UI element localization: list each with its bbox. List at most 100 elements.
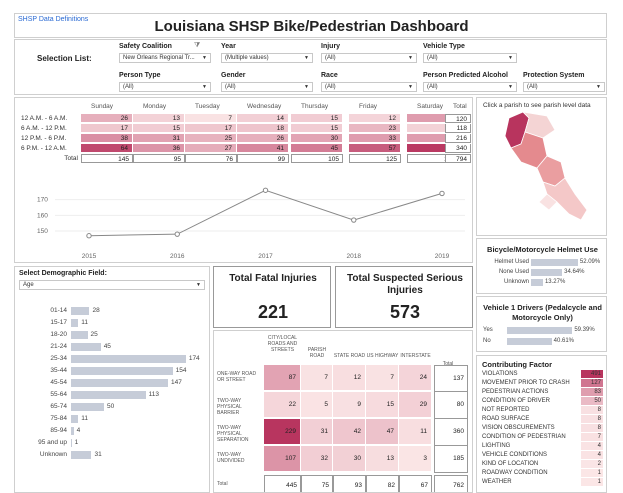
helmet-bar (531, 269, 563, 276)
factor-panel: Contributing Factor VIOLATIONS 491 MOVEMEN… (476, 355, 607, 493)
road-row-total: 80 (434, 392, 468, 419)
factor-label: KIND OF LOCATION (482, 461, 539, 467)
helmet-row-label: Unknown (503, 279, 529, 285)
time-cell: 15 (133, 124, 185, 133)
protection-label: Protection System (523, 72, 585, 79)
road-column-total: 82 (366, 475, 399, 492)
road-column-total: 93 (333, 475, 366, 492)
demo-bar[interactable] (71, 415, 79, 423)
demographic-select[interactable]: Age ▼ (19, 280, 205, 290)
time-row-label: 12 P.M. - 6 P.M. (21, 135, 67, 142)
factor-row[interactable]: PEDESTRIAN ACTIONS 83 (477, 388, 606, 396)
data-point[interactable] (351, 217, 357, 223)
factor-label: NOT REPORTED (482, 407, 530, 413)
chevron-down-icon: ▼ (508, 55, 513, 61)
factor-value: 8 (581, 415, 603, 423)
vehicle-type-select[interactable]: (All) ▼ (423, 53, 517, 63)
time-column-total: 145 (81, 154, 133, 163)
time-cell: 13 (133, 114, 185, 123)
data-point[interactable] (86, 233, 92, 239)
chevron-down-icon: ▼ (596, 84, 601, 90)
filter-clear-icon[interactable]: ⧩ (194, 42, 200, 50)
factor-value: 50 (581, 397, 603, 405)
data-point[interactable] (174, 231, 180, 237)
demo-bar[interactable] (71, 343, 101, 351)
factor-row[interactable]: VIOLATIONS 491 (477, 370, 606, 378)
y-tick-label: 160 (37, 212, 48, 219)
time-cell: 30 (291, 134, 343, 143)
driver-pct: 59.39% (574, 327, 595, 333)
time-row-total: 118 (445, 124, 471, 133)
time-cell: 15 (291, 124, 343, 133)
factor-value: 2 (581, 460, 603, 468)
filters-panel: Selection List: Safety Coalition ⧩ New O… (14, 39, 607, 95)
selection-list-label: Selection List: (37, 54, 92, 63)
demo-bar[interactable] (71, 355, 186, 363)
demo-bar[interactable] (71, 367, 173, 375)
demo-bar[interactable] (71, 439, 72, 447)
demo-bar[interactable] (71, 427, 74, 435)
factor-row[interactable]: NOT REPORTED 8 (477, 406, 606, 414)
time-cell: 26 (237, 134, 289, 143)
demo-value: 25 (90, 331, 98, 338)
demo-value: 154 (175, 367, 187, 374)
injury-select[interactable]: (All) ▼ (321, 53, 417, 63)
demo-bar[interactable] (71, 379, 169, 387)
time-panel: Sunday Monday Tuesday Wednesday Thursday Frid… (14, 97, 473, 263)
time-cell: 7 (185, 114, 237, 123)
road-cell: 31 (301, 419, 333, 445)
race-select[interactable]: (All) ▼ (321, 82, 417, 92)
factor-row[interactable]: ROAD SURFACE 8 (477, 415, 606, 423)
gender-select[interactable]: (All) ▼ (221, 82, 313, 92)
factor-row[interactable]: LIGHTING 4 (477, 442, 606, 450)
time-row-label: 6 P.M. - 12 A.M. (21, 145, 67, 152)
demo-bar[interactable] (71, 451, 92, 459)
factor-label: ROADWAY CONDITION (482, 470, 548, 476)
alcohol-select[interactable]: (All) ▼ (423, 82, 517, 92)
demo-row-label: 95 and up (38, 439, 67, 446)
road-cell: 32 (301, 446, 333, 472)
demo-row-label: 01-14 (50, 307, 67, 314)
safety-coalition-select[interactable]: New Orleans Regional Tr... ▼ (119, 53, 211, 63)
road-row-label: TWO-WAY PHYSICAL SEPARATION (217, 425, 249, 443)
factor-row[interactable]: ROADWAY CONDITION 1 (477, 469, 606, 477)
factor-row[interactable]: WEATHER 1 (477, 478, 606, 486)
race-label: Race (321, 72, 338, 79)
demo-row-label: 21-24 (50, 343, 67, 350)
series-line (88, 189, 443, 237)
factor-value: 4 (581, 442, 603, 450)
road-cell: 12 (333, 365, 366, 391)
road-column-header: INTERSTATE (400, 353, 431, 359)
factor-row[interactable]: VEHICLE CONDITIONS 4 (477, 451, 606, 459)
demo-bar[interactable] (71, 319, 79, 327)
year-select[interactable]: (Multiple values) ▼ (221, 53, 313, 63)
factor-row[interactable]: CONDITION OF DRIVER 50 (477, 397, 606, 405)
factor-row[interactable]: KIND OF LOCATION 2 (477, 460, 606, 468)
demo-bar[interactable] (71, 307, 90, 315)
demo-bar[interactable] (71, 391, 146, 399)
time-column-header: Saturday (417, 103, 444, 110)
fatal-value: 221 (257, 302, 289, 322)
time-column-header: Tuesday (195, 103, 220, 110)
road-column-total: 445 (264, 475, 301, 492)
factor-label: MOVEMENT PRIOR TO CRASH (482, 380, 570, 386)
data-point[interactable] (439, 190, 445, 197)
factor-row[interactable]: VISION OBSCUREMENTS 8 (477, 424, 606, 432)
factor-row[interactable]: CONDITION OF PEDESTRIAN 7 (477, 433, 606, 441)
data-point[interactable] (262, 187, 269, 193)
factor-label: LIGHTING (482, 443, 511, 449)
protection-select[interactable]: (All) ▼ (523, 82, 605, 92)
demo-bar[interactable] (71, 331, 88, 339)
page-title: Louisiana SHSP Bike/Pedestrian Dashboard (154, 18, 469, 35)
parish-map[interactable] (477, 98, 607, 236)
factor-label: VEHICLE CONDITIONS (482, 452, 548, 458)
demo-bar[interactable] (71, 403, 104, 411)
vehicle-type-label: Vehicle Type (423, 43, 465, 50)
factor-row[interactable]: MOVEMENT PRIOR TO CRASH 127 (477, 379, 606, 387)
person-type-select[interactable]: (All) ▼ (119, 82, 211, 92)
helmet-pct: 52.09% (579, 259, 601, 265)
road-column-total: 75 (301, 475, 333, 492)
time-cell: 23 (349, 124, 401, 133)
x-tick-label: 2017 (258, 253, 273, 260)
time-column-header: Friday (359, 103, 378, 110)
